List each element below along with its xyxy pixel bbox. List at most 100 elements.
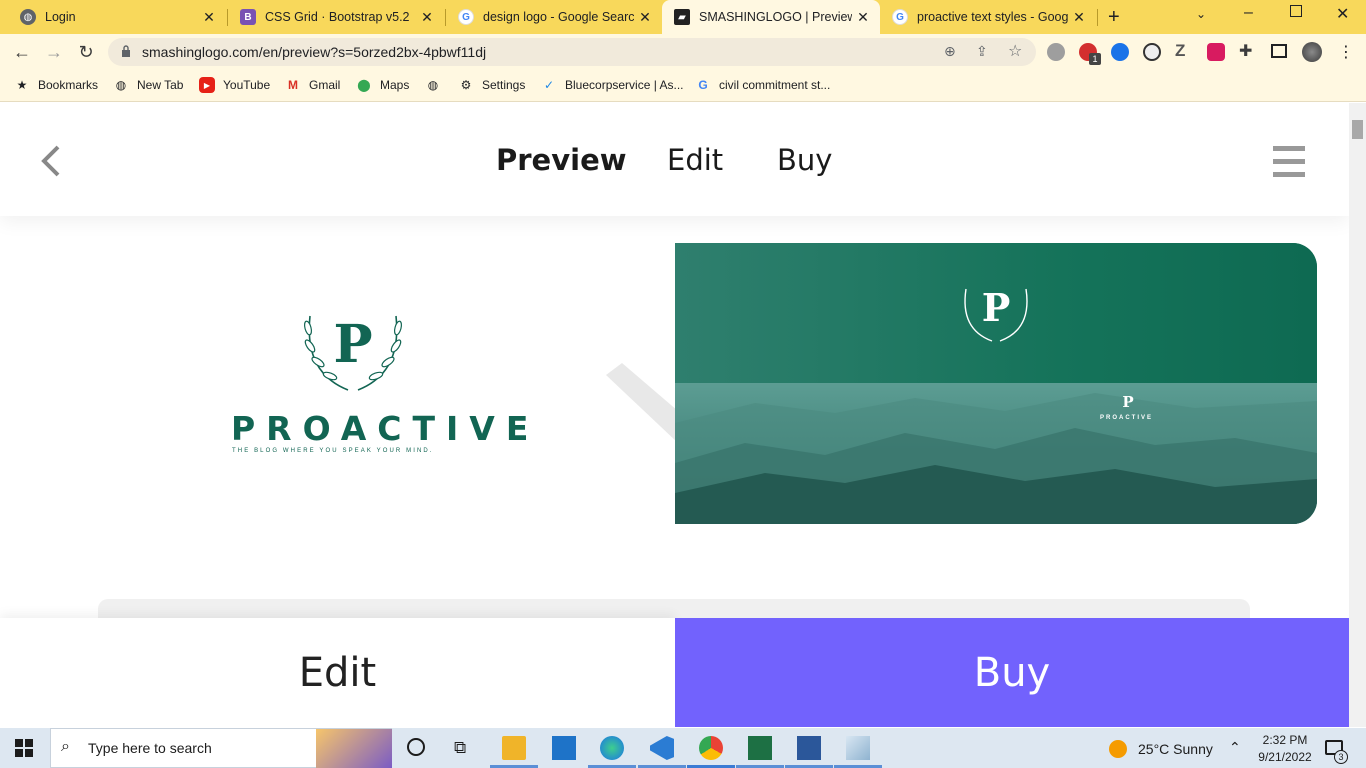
tab-smashinglogo-preview[interactable]: ▰ SMASHINGLOGO | Preview ✕ bbox=[662, 0, 880, 34]
system-clock[interactable]: 2:32 PM 9/21/2022 bbox=[1250, 732, 1320, 766]
bluecorp-icon: ✓ bbox=[543, 78, 555, 92]
bottom-edit-button[interactable]: Edit bbox=[0, 618, 675, 727]
logo-tagline: THE BLOG WHERE YOU SPEAK YOUR MIND. bbox=[232, 448, 434, 454]
file-explorer-icon[interactable] bbox=[502, 736, 526, 760]
tray-chevron-up-icon[interactable]: ⌃ bbox=[1229, 739, 1241, 756]
logo-wordmark: PROACTIVE bbox=[231, 409, 540, 448]
search-icon: ⌕ bbox=[61, 738, 70, 755]
tab-login[interactable]: ◍ Login ✕ bbox=[8, 0, 226, 34]
bookmark-maps[interactable]: ⬤ Maps bbox=[356, 76, 409, 94]
close-icon[interactable]: ✕ bbox=[198, 9, 220, 26]
tab-title: design logo - Google Search bbox=[483, 10, 634, 24]
google-icon: G bbox=[698, 78, 708, 92]
laurel-emblem: P bbox=[300, 306, 406, 392]
reload-icon[interactable]: ↻ bbox=[74, 40, 98, 64]
panda-extension-icon[interactable] bbox=[1143, 43, 1161, 61]
side-panel-icon[interactable] bbox=[1271, 44, 1287, 58]
taskbar-search-placeholder[interactable]: Type here to search bbox=[88, 740, 212, 756]
nav-preview[interactable]: Preview bbox=[496, 143, 627, 177]
restore-icon[interactable] bbox=[1290, 5, 1302, 17]
back-icon[interactable]: ← bbox=[10, 40, 34, 64]
new-tab-icon[interactable]: + bbox=[1108, 6, 1120, 29]
page-content: Preview Edit Buy P PROACTIVE THE BLOG WH… bbox=[0, 103, 1349, 727]
chrome-icon[interactable] bbox=[699, 736, 723, 760]
menu-kebab-icon[interactable]: ⋮ bbox=[1338, 42, 1354, 62]
translate-extension-icon[interactable] bbox=[1047, 43, 1065, 61]
bookmark-new-tab[interactable]: ◍ New Tab bbox=[113, 76, 184, 94]
lock-icon[interactable] bbox=[121, 45, 131, 57]
word-icon[interactable] bbox=[797, 736, 821, 760]
close-icon[interactable]: ✕ bbox=[634, 9, 656, 26]
back-chevron-icon[interactable] bbox=[38, 143, 62, 179]
bookmark-bluecorp[interactable]: ✓ Bluecorpservice | As... bbox=[541, 76, 684, 94]
maps-icon: ⬤ bbox=[357, 78, 371, 92]
extension-badge: 1 bbox=[1089, 53, 1101, 65]
gmail-icon: M bbox=[288, 78, 298, 92]
bootstrap-icon: B bbox=[240, 9, 256, 25]
store-icon[interactable] bbox=[552, 736, 576, 760]
task-view-icon[interactable]: ⧉ bbox=[454, 738, 466, 758]
bookmark-globe[interactable]: ◍ bbox=[425, 76, 449, 94]
forward-icon[interactable]: → bbox=[42, 40, 66, 64]
tab-title: SMASHINGLOGO | Preview bbox=[699, 10, 852, 24]
bookmark-civil-commitment[interactable]: Gcivil commitment st... bbox=[695, 76, 830, 94]
page-scrollbar[interactable] bbox=[1349, 103, 1366, 727]
close-icon[interactable]: ✕ bbox=[416, 9, 438, 26]
tab-design-logo[interactable]: G design logo - Google Search ✕ bbox=[446, 0, 662, 34]
globe-icon: ◍ bbox=[427, 78, 439, 92]
edge-icon[interactable] bbox=[600, 736, 624, 760]
smashinglogo-icon: ▰ bbox=[674, 9, 690, 25]
google-icon: G bbox=[458, 9, 474, 25]
clock-time: 2:32 PM bbox=[1262, 733, 1308, 747]
globe-icon: ◍ bbox=[115, 78, 127, 92]
zotero-extension-icon[interactable]: Z bbox=[1175, 41, 1185, 61]
cortana-icon[interactable] bbox=[407, 738, 425, 756]
svg-text:P: P bbox=[982, 285, 1011, 330]
close-icon[interactable]: ✕ bbox=[1068, 9, 1090, 26]
close-icon[interactable]: ✕ bbox=[852, 9, 874, 26]
scrollbar-thumb[interactable] bbox=[1352, 120, 1363, 139]
bookmark-settings[interactable]: ⚙ Settings bbox=[458, 76, 526, 94]
excel-icon[interactable] bbox=[748, 736, 772, 760]
tab-title: proactive text styles - Google bbox=[917, 10, 1068, 24]
bookmark-gmail[interactable]: M Gmail bbox=[285, 76, 340, 94]
hamburger-menu-icon[interactable] bbox=[1273, 146, 1305, 178]
site-header: Preview Edit Buy bbox=[0, 103, 1349, 216]
blue-extension-icon[interactable] bbox=[1111, 43, 1129, 61]
weather-sun-icon[interactable] bbox=[1109, 740, 1127, 758]
mockup-small-emblem: P bbox=[1122, 393, 1134, 411]
share-icon[interactable]: ⇪ bbox=[976, 43, 988, 60]
bottom-buy-button[interactable]: Buy bbox=[675, 618, 1349, 727]
bookmark-youtube[interactable]: ▶ YouTube bbox=[199, 76, 270, 94]
extensions-puzzle-icon[interactable]: ✚ bbox=[1239, 41, 1252, 61]
mockup-mountain-panel bbox=[675, 383, 1317, 524]
nav-edit[interactable]: Edit bbox=[667, 143, 723, 177]
url-text[interactable]: smashinglogo.com/en/preview?s=5orzed2bx-… bbox=[142, 44, 486, 60]
tab-title: CSS Grid · Bootstrap v5.2 bbox=[265, 10, 410, 24]
bottom-edit-label: Edit bbox=[298, 650, 377, 696]
clock-date: 9/21/2022 bbox=[1258, 750, 1312, 764]
globe-icon: ◍ bbox=[20, 9, 36, 25]
bookmark-star-icon[interactable]: ☆ bbox=[1008, 41, 1022, 61]
red-extension-icon[interactable] bbox=[1207, 43, 1225, 61]
nav-buy[interactable]: Buy bbox=[777, 143, 832, 177]
bookmark-bookmarks[interactable]: ★ Bookmarks bbox=[14, 76, 98, 94]
weather-text[interactable]: 25°C Sunny bbox=[1138, 741, 1213, 757]
youtube-icon: ▶ bbox=[199, 77, 215, 93]
tab-bootstrap[interactable]: B CSS Grid · Bootstrap v5.2 ✕ bbox=[228, 0, 444, 34]
minimize-icon[interactable]: – bbox=[1244, 4, 1253, 22]
tab-proactive-text-styles[interactable]: G proactive text styles - Google ✕ bbox=[880, 0, 1096, 34]
tab-search-icon[interactable]: ⌄ bbox=[1196, 7, 1206, 21]
zoom-icon[interactable]: ⊕ bbox=[944, 43, 956, 60]
bottom-buy-label: Buy bbox=[973, 650, 1051, 696]
windows-start-icon[interactable] bbox=[15, 739, 33, 762]
search-highlight-image[interactable] bbox=[316, 729, 392, 768]
notification-count-badge: 3 bbox=[1334, 750, 1348, 764]
notepad-icon[interactable] bbox=[846, 736, 870, 760]
mockup-small-wordmark: PROACTIVE bbox=[1100, 415, 1154, 421]
gear-icon: ⚙ bbox=[460, 78, 472, 92]
mockup-emblem-white: P bbox=[958, 281, 1034, 343]
profile-avatar[interactable] bbox=[1302, 42, 1322, 62]
window-close-icon[interactable]: ✕ bbox=[1336, 4, 1349, 24]
tab-title: Login bbox=[45, 10, 76, 24]
